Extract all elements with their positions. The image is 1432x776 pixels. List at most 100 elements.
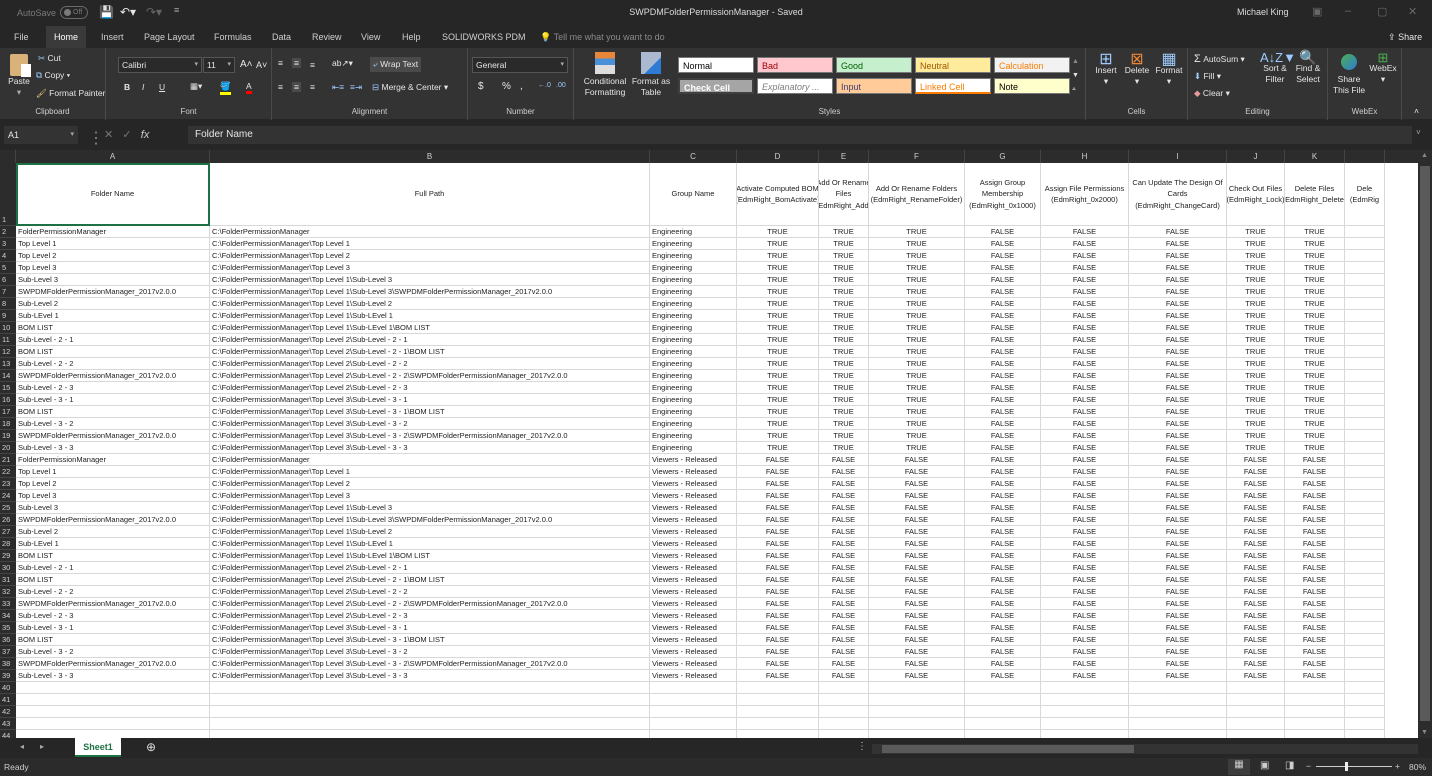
table-cell[interactable]: FALSE: [1285, 610, 1345, 622]
empty-cell[interactable]: [16, 718, 210, 730]
table-cell[interactable]: C:\FolderPermissionManager\Top Level 2\S…: [210, 358, 650, 370]
gallery-more-icon[interactable]: ⩡: [1072, 86, 1076, 94]
empty-cell[interactable]: [16, 682, 210, 694]
table-cell[interactable]: [1345, 526, 1385, 538]
font-color-icon[interactable]: A: [246, 81, 252, 94]
table-cell[interactable]: FALSE: [1129, 502, 1227, 514]
minimize-icon[interactable]: –: [1345, 5, 1351, 17]
table-cell[interactable]: FALSE: [1041, 442, 1129, 454]
empty-cell[interactable]: [1041, 694, 1129, 706]
merge-center-button[interactable]: ⊟ Merge & Center ▾: [372, 82, 448, 93]
table-cell[interactable]: FALSE: [1285, 658, 1345, 670]
table-cell[interactable]: FALSE: [1129, 274, 1227, 286]
table-cell[interactable]: FALSE: [819, 526, 869, 538]
table-cell[interactable]: FALSE: [1129, 538, 1227, 550]
table-cell[interactable]: C:\FolderPermissionManager\Top Level 1\S…: [210, 514, 650, 526]
table-cell[interactable]: FALSE: [869, 586, 965, 598]
table-cell[interactable]: Sub-Level - 3 - 1: [16, 394, 210, 406]
table-cell[interactable]: FALSE: [869, 478, 965, 490]
table-cell[interactable]: C:\FolderPermissionManager\Top Level 2\S…: [210, 574, 650, 586]
table-cell[interactable]: [1345, 538, 1385, 550]
table-cell[interactable]: [1345, 622, 1385, 634]
empty-cell[interactable]: [1227, 706, 1285, 718]
table-cell[interactable]: FALSE: [965, 358, 1041, 370]
table-cell[interactable]: FALSE: [1227, 562, 1285, 574]
table-cell[interactable]: FALSE: [1041, 538, 1129, 550]
align-top-icon[interactable]: ≡: [278, 58, 283, 68]
table-cell[interactable]: TRUE: [1285, 346, 1345, 358]
table-cell[interactable]: C:\FolderPermissionManager\Top Level 1: [210, 466, 650, 478]
empty-cell[interactable]: [210, 718, 650, 730]
table-cell[interactable]: TRUE: [1227, 394, 1285, 406]
formula-input[interactable]: Folder Name: [188, 126, 1412, 144]
table-cell[interactable]: FolderPermissionManager: [16, 454, 210, 466]
table-cell[interactable]: FALSE: [1129, 466, 1227, 478]
table-cell[interactable]: C:\FolderPermissionManager\Top Level 3\S…: [210, 622, 650, 634]
wrap-text-button[interactable]: ⤶ Wrap Text: [370, 57, 422, 72]
table-cell[interactable]: FALSE: [1041, 658, 1129, 670]
style-neutral[interactable]: Neutral: [915, 57, 991, 73]
table-cell[interactable]: FALSE: [965, 634, 1041, 646]
table-cell[interactable]: Viewers - Released: [650, 502, 737, 514]
table-cell[interactable]: TRUE: [819, 394, 869, 406]
table-cell[interactable]: TRUE: [1285, 370, 1345, 382]
empty-cell[interactable]: [869, 718, 965, 730]
table-cell[interactable]: C:\FolderPermissionManager\Top Level 3\S…: [210, 634, 650, 646]
table-cell[interactable]: FALSE: [1129, 454, 1227, 466]
table-cell[interactable]: TRUE: [1227, 238, 1285, 250]
table-cell[interactable]: TRUE: [1227, 262, 1285, 274]
table-cell[interactable]: C:\FolderPermissionManager\Top Level 3\S…: [210, 646, 650, 658]
zoom-out-icon[interactable]: −: [1306, 761, 1311, 771]
table-cell[interactable]: TRUE: [869, 334, 965, 346]
table-cell[interactable]: Viewers - Released: [650, 466, 737, 478]
delete-cells-button[interactable]: ⊠ Delete ▾: [1122, 52, 1152, 87]
table-cell[interactable]: FALSE: [1041, 634, 1129, 646]
table-cell[interactable]: TRUE: [737, 274, 819, 286]
table-cell[interactable]: TRUE: [1227, 442, 1285, 454]
table-cell[interactable]: FALSE: [965, 598, 1041, 610]
table-cell[interactable]: FALSE: [819, 598, 869, 610]
table-cell[interactable]: FALSE: [1041, 550, 1129, 562]
table-cell[interactable]: Engineering: [650, 394, 737, 406]
zoom-slider[interactable]: [1316, 762, 1392, 771]
table-cell[interactable]: [1345, 286, 1385, 298]
table-cell[interactable]: FALSE: [819, 634, 869, 646]
table-cell[interactable]: FALSE: [1129, 250, 1227, 262]
table-cell[interactable]: Engineering: [650, 358, 737, 370]
table-cell[interactable]: TRUE: [819, 286, 869, 298]
table-cell[interactable]: C:\FolderPermissionManager: [210, 454, 650, 466]
table-cell[interactable]: [1345, 274, 1385, 286]
table-cell[interactable]: C:\FolderPermissionManager\Top Level 2\S…: [210, 370, 650, 382]
table-cell[interactable]: FALSE: [737, 562, 819, 574]
table-cell[interactable]: TRUE: [869, 406, 965, 418]
table-cell[interactable]: TRUE: [1227, 358, 1285, 370]
table-cell[interactable]: Viewers - Released: [650, 562, 737, 574]
table-cell[interactable]: Sub-LEvel 1: [16, 538, 210, 550]
table-cell[interactable]: FALSE: [1227, 478, 1285, 490]
style-bad[interactable]: Bad: [757, 57, 833, 73]
table-cell[interactable]: FALSE: [1129, 562, 1227, 574]
column-header[interactable]: [1345, 150, 1385, 163]
vertical-scroll-thumb[interactable]: [1420, 166, 1430, 721]
table-cell[interactable]: TRUE: [737, 322, 819, 334]
table-cell[interactable]: [1345, 466, 1385, 478]
column-header[interactable]: B: [210, 150, 650, 163]
tell-me-search[interactable]: 💡 Tell me what you want to do: [540, 26, 665, 48]
table-cell[interactable]: FALSE: [1041, 490, 1129, 502]
table-cell[interactable]: FALSE: [1227, 538, 1285, 550]
tab-file[interactable]: File: [6, 26, 37, 48]
empty-cell[interactable]: [16, 694, 210, 706]
empty-cell[interactable]: [1129, 730, 1227, 738]
table-cell[interactable]: TRUE: [1227, 322, 1285, 334]
style-note[interactable]: Note: [994, 78, 1070, 94]
table-cell[interactable]: FALSE: [1041, 382, 1129, 394]
table-cell[interactable]: TRUE: [869, 226, 965, 238]
table-cell[interactable]: Viewers - Released: [650, 658, 737, 670]
empty-cell[interactable]: [210, 694, 650, 706]
table-cell[interactable]: FALSE: [1129, 610, 1227, 622]
table-cell[interactable]: [1345, 226, 1385, 238]
table-cell[interactable]: Viewers - Released: [650, 670, 737, 682]
table-cell[interactable]: FALSE: [965, 526, 1041, 538]
style-good[interactable]: Good: [836, 57, 912, 73]
table-cell[interactable]: TRUE: [819, 418, 869, 430]
